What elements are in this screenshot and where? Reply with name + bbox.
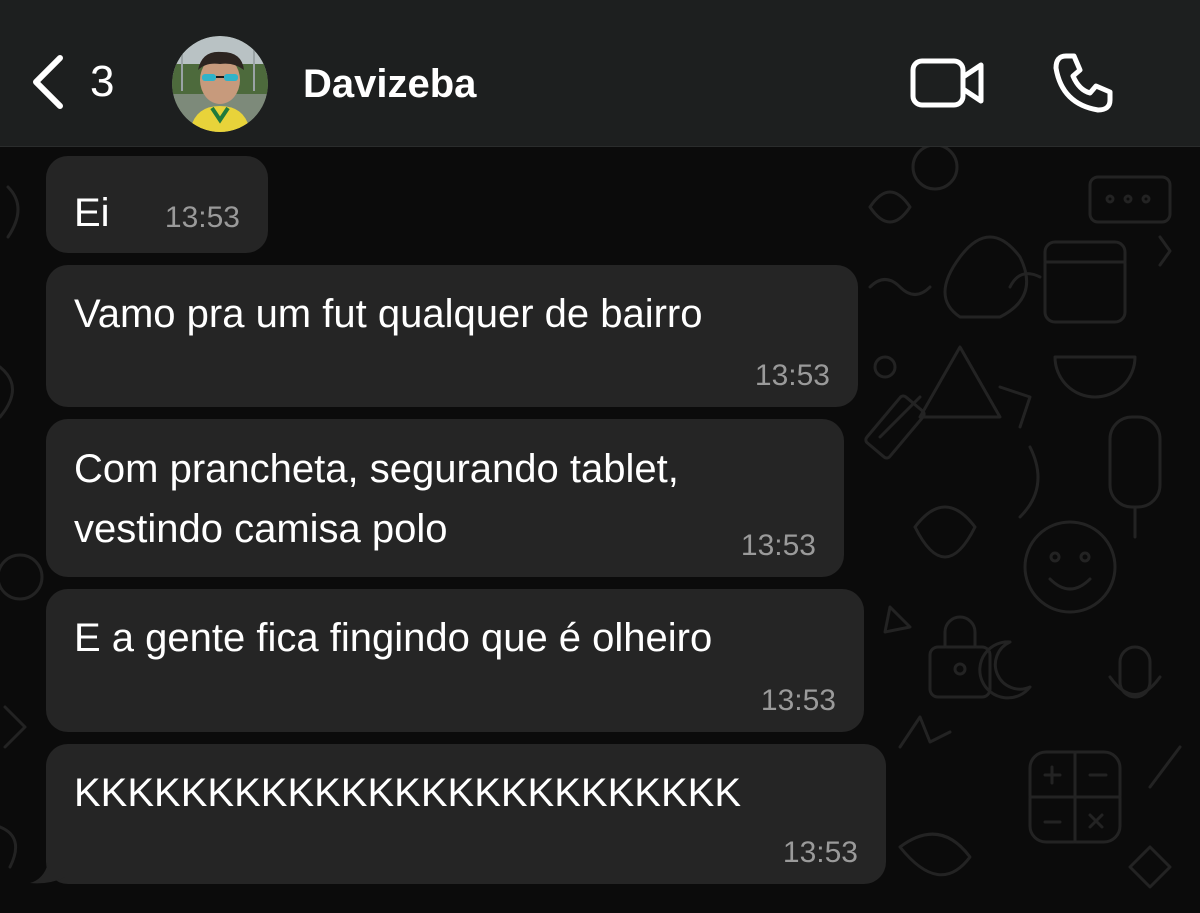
chat-header: 3 Davizeba (0, 0, 1200, 147)
message-timestamp: 13:53 (164, 201, 240, 234)
message-text: KKKKKKKKKKKKKKKKKKKKKKKKK (74, 771, 741, 815)
video-call-button[interactable] (910, 56, 986, 110)
message-text-line: Com prancheta, segurando tablet, (74, 447, 679, 491)
message-text-line: vestindo camisa polo (74, 507, 448, 551)
message-timestamp: 13:53 (754, 359, 830, 392)
avatar[interactable] (172, 36, 268, 132)
message-text: Vamo pra um fut qualquer de bairro (74, 292, 703, 336)
message-text: Ei (74, 191, 110, 235)
message-timestamp: 13:53 (782, 836, 858, 869)
chat-area[interactable]: Ei 13:53 Vamo pra um fut qualquer de bai… (0, 147, 1200, 913)
message-bubble[interactable]: Vamo pra um fut qualquer de bairro 13:53 (46, 265, 858, 407)
message-bubble[interactable]: E a gente fica fingindo que é olheiro 13… (46, 589, 864, 732)
message-bubble[interactable]: KKKKKKKKKKKKKKKKKKKKKKKKK 13:53 (46, 744, 886, 884)
message-timestamp: 13:53 (740, 529, 816, 562)
message-timestamp: 13:53 (760, 684, 836, 717)
phone-icon (1052, 53, 1114, 118)
bubble-tail (30, 859, 66, 884)
back-button[interactable]: 3 (30, 52, 140, 112)
chevron-left-icon (30, 54, 64, 110)
message-bubble[interactable]: Ei 13:53 (46, 156, 268, 253)
message-text: Com prancheta, segurando tablet, vestind… (74, 439, 679, 559)
video-camera-icon (910, 58, 986, 114)
contact-name[interactable]: Davizeba (303, 62, 476, 106)
unread-count: 3 (90, 57, 115, 106)
voice-call-button[interactable] (1052, 52, 1114, 114)
message-text: E a gente fica fingindo que é olheiro (74, 616, 713, 660)
message-bubble[interactable]: Com prancheta, segurando tablet, vestind… (46, 419, 844, 577)
